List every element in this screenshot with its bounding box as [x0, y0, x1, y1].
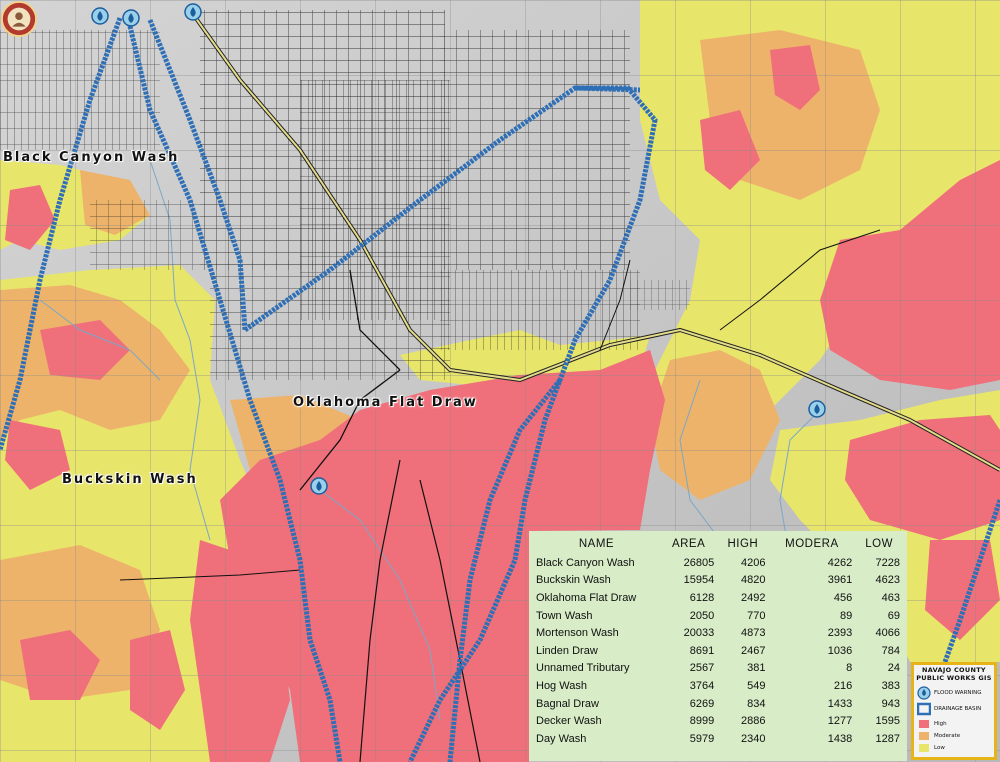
water-drop-icon[interactable]: [91, 7, 109, 25]
cell-low: 784: [881, 644, 900, 657]
cell-name: Unnamed Tributary: [536, 662, 630, 675]
cell-high: 2492: [741, 591, 766, 604]
cell-moderate: 1036: [827, 644, 853, 657]
legend-low-swatch: [919, 744, 929, 752]
legend-high-swatch: [919, 720, 929, 728]
cell-name: Black Canyon Wash: [536, 556, 635, 569]
table-row: Hog Wash 3764 549 216 383: [533, 677, 903, 695]
cell-area: 2050: [689, 609, 715, 622]
cell-low: 7228: [875, 556, 900, 569]
legend-drainage-basin-label: DRAINAGE BASIN: [934, 706, 982, 712]
cell-area: 2567: [689, 662, 715, 675]
cell-area: 3764: [689, 679, 715, 692]
cell-high: 549: [747, 679, 766, 692]
cell-high: 4820: [741, 574, 766, 587]
cell-name: Hog Wash: [536, 679, 587, 692]
col-header-high: HIGH: [727, 537, 759, 550]
cell-high: 2886: [741, 715, 766, 728]
cell-high: 4873: [741, 627, 766, 640]
cell-low: 943: [881, 697, 900, 710]
cell-high: 770: [747, 609, 766, 622]
cell-moderate: 1277: [827, 715, 853, 728]
table-row: Decker Wash 8999 2886 1277 1595: [533, 712, 903, 730]
legend-moderate-label: Moderate: [934, 733, 961, 739]
table-row: Buckskin Wash 15954 4820 3961 4623: [533, 572, 903, 590]
legend-low-label: Low: [934, 745, 945, 751]
water-drop-icon[interactable]: [184, 3, 202, 21]
cell-area: 6269: [689, 697, 715, 710]
cell-low: 69: [887, 609, 900, 622]
county-seal-icon: [0, 0, 38, 38]
col-header-moderate: MODERA: [785, 537, 839, 550]
cell-high: 2467: [741, 644, 766, 657]
label-black-canyon-wash: Black Canyon Wash: [3, 150, 180, 165]
cell-area: 15954: [683, 574, 715, 587]
cell-moderate: 89: [840, 609, 853, 622]
cell-moderate: 1438: [827, 732, 853, 745]
table-row: Black Canyon Wash 26805 4206 4262 7228: [533, 554, 903, 572]
cell-low: 24: [887, 662, 900, 675]
cell-low: 1287: [875, 732, 900, 745]
cell-high: 4206: [741, 556, 766, 569]
cell-area: 8999: [689, 715, 715, 728]
cell-moderate: 3961: [827, 574, 853, 587]
cell-name: Town Wash: [536, 609, 593, 622]
cell-name: Day Wash: [536, 732, 587, 745]
cell-name: Linden Draw: [536, 644, 598, 657]
label-buckskin-wash: Buckskin Wash: [62, 472, 198, 487]
cell-moderate: 216: [833, 679, 853, 692]
legend-title-line2: PUBLIC WORKS GIS: [916, 674, 992, 682]
cell-high: 834: [747, 697, 766, 710]
cell-area: 6128: [689, 591, 715, 604]
legend-flood-warning-label: FLOOD WARNING: [934, 690, 982, 696]
table-row: Town Wash 2050 770 89 69: [533, 607, 903, 625]
cell-low: 383: [881, 679, 900, 692]
cell-area: 26805: [683, 556, 715, 569]
cell-name: Mortenson Wash: [536, 627, 619, 640]
drainage-basin-icon: [917, 702, 931, 716]
cell-name: Bagnal Draw: [536, 697, 599, 710]
water-drop-icon[interactable]: [808, 400, 826, 418]
cell-moderate: 8: [846, 662, 853, 675]
col-header-low: LOW: [865, 537, 893, 550]
legend-high-label: High: [934, 721, 947, 727]
table-row: Day Wash 5979 2340 1438 1287: [533, 730, 903, 748]
cell-moderate: 1433: [827, 697, 853, 710]
label-oklahoma-flat-draw: Oklahoma Flat Draw: [293, 395, 478, 410]
water-drop-icon: [917, 686, 931, 700]
table-header-row: NAME AREA HIGH MODERA LOW: [533, 533, 903, 554]
cell-area: 5979: [689, 732, 715, 745]
water-drop-icon[interactable]: [310, 477, 328, 495]
cell-high: 2340: [741, 732, 766, 745]
table-row: Mortenson Wash 20033 4873 2393 4066: [533, 624, 903, 642]
legend-moderate-swatch: [919, 732, 929, 740]
cell-low: 463: [881, 591, 900, 604]
cell-name: Buckskin Wash: [536, 574, 611, 587]
cell-name: Oklahoma Flat Draw: [536, 591, 637, 604]
cell-moderate: 4262: [827, 556, 853, 569]
cell-low: 4066: [875, 627, 900, 640]
cell-low: 4623: [875, 574, 900, 587]
col-header-name: NAME: [578, 537, 615, 550]
table-row: Unnamed Tributary 2567 381 8 24: [533, 660, 903, 678]
flood-hazard-map[interactable]: Black Canyon Wash Oklahoma Flat Draw Buc…: [0, 0, 1000, 762]
cell-name: Decker Wash: [536, 715, 602, 728]
cell-low: 1595: [875, 715, 900, 728]
table-row: Oklahoma Flat Draw 6128 2492 456 463: [533, 589, 903, 607]
water-drop-icon[interactable]: [122, 9, 140, 27]
table-row: Bagnal Draw 6269 834 1433 943: [533, 695, 903, 713]
cell-moderate: 456: [833, 591, 853, 604]
basin-summary-table: NAME AREA HIGH MODERA LOW Black Canyon W…: [529, 531, 907, 761]
cell-area: 20033: [683, 627, 715, 640]
map-legend: NAVAJO COUNTY PUBLIC WORKS GIS FLOOD WAR…: [911, 662, 997, 760]
cell-area: 8691: [689, 644, 715, 657]
cell-moderate: 2393: [827, 627, 853, 640]
cell-high: 381: [747, 662, 766, 675]
col-header-area: AREA: [671, 537, 706, 550]
table-row: Linden Draw 8691 2467 1036 784: [533, 642, 903, 660]
legend-title-line1: NAVAJO COUNTY: [922, 666, 986, 674]
